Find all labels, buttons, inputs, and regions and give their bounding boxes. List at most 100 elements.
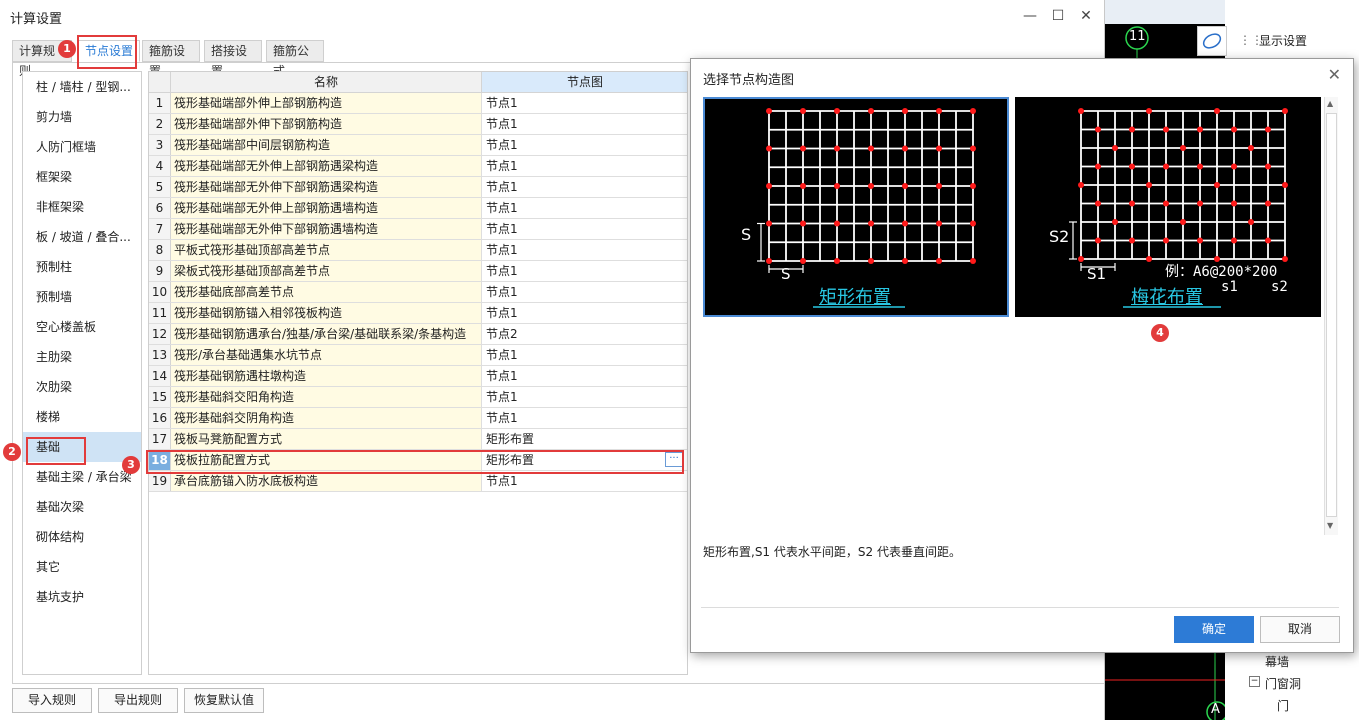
table-row[interactable]: 10 筏形基础底部高差节点 节点1 [149,282,687,303]
row-name: 梁板式筏形基础顶部高差节点 [171,261,482,281]
cancel-button[interactable]: 取消 [1260,616,1340,643]
option-caption: 矩形布置 [819,287,891,308]
sidebar-item-slab[interactable]: 板 / 坡道 / 叠合... [23,222,141,252]
tie-bar-dot [800,183,806,189]
tree-collapse-icon[interactable]: − [1249,676,1260,687]
row-node-value[interactable]: 节点1 [482,93,687,113]
tie-bar-dot [1214,182,1220,188]
row-node-value[interactable]: 节点1 [482,387,687,407]
row-node-value[interactable]: 节点1 [482,303,687,323]
annotation-badge-3: 3 [122,456,140,474]
tab-stirrup-formula[interactable]: 箍筋公式 [266,40,324,78]
row-node-value[interactable]: 节点1 [482,261,687,281]
tree-item-curtain-wall[interactable]: 幕墙 [1265,653,1289,670]
table-row[interactable]: 15 筏形基础斜交阳角构造 节点1 [149,387,687,408]
layout-description: 矩形布置,S1 代表水平间距，S2 代表垂直间距。 [703,545,961,559]
sidebar-item-precast-wall[interactable]: 预制墙 [23,282,141,312]
row-name: 筏形基础钢筋锚入相邻筏板构造 [171,303,482,323]
row-name: 筏形基础端部无外伸上部钢筋遇梁构造 [171,156,482,176]
row-name: 筏形基础端部外伸下部钢筋构造 [171,114,482,134]
dialog-scrollbar[interactable]: ▲ ▼ [1324,97,1338,535]
tie-bar-dot [902,183,908,189]
sidebar-item-frame-beam[interactable]: 框架梁 [23,162,141,192]
ok-button[interactable]: 确定 [1174,616,1254,643]
sidebar-item-stair[interactable]: 楼梯 [23,402,141,432]
table-row[interactable]: 4 筏形基础端部无外伸上部钢筋遇梁构造 节点1 [149,156,687,177]
table-row[interactable]: 2 筏形基础端部外伸下部钢筋构造 节点1 [149,114,687,135]
table-row[interactable]: 17 筏板马凳筋配置方式 矩形布置 [149,429,687,450]
sidebar-item-precast-column[interactable]: 预制柱 [23,252,141,282]
sidebar-item-foundation-secondary-beam[interactable]: 基础次梁 [23,492,141,522]
table-row[interactable]: 19 承台底筋锚入防水底板构造 节点1 [149,471,687,492]
row-node-value[interactable]: 节点1 [482,366,687,386]
tree-item-door[interactable]: 门 [1277,697,1289,714]
row-name: 筏形基础斜交阳角构造 [171,387,482,407]
tie-bar-dot [1146,182,1152,188]
row-node-value[interactable]: 节点1 [482,135,687,155]
tie-bar-dot [1095,237,1101,244]
sidebar-item-civil-defense-door[interactable]: 人防门框墙 [23,132,141,162]
row-node-value[interactable]: 节点1 [482,156,687,176]
table-row[interactable]: 5 筏形基础端部无外伸下部钢筋遇梁构造 节点1 [149,177,687,198]
sidebar-item-masonry[interactable]: 砌体结构 [23,522,141,552]
scroll-up-icon[interactable]: ▲ [1327,99,1333,108]
table-row[interactable]: 14 筏形基础钢筋遇柱墩构造 节点1 [149,366,687,387]
table-row[interactable]: 12 筏形基础钢筋遇承台/独基/承台梁/基础联系梁/条基构造 节点2 [149,324,687,345]
row-node-value[interactable]: 节点1 [482,198,687,218]
example-s1: s1 [1221,279,1238,295]
tie-bar-dot [902,108,908,114]
minimize-button[interactable]: — [1020,6,1040,26]
scroll-down-icon[interactable]: ▼ [1327,521,1333,530]
table-row[interactable]: 16 筏形基础斜交阴角构造 节点1 [149,408,687,429]
axis-label-bottom: A [1211,702,1220,717]
row-name: 筏板马凳筋配置方式 [171,429,482,449]
display-settings-label[interactable]: 显示设置 [1259,32,1307,49]
import-rules-button[interactable]: 导入规则 [12,688,92,713]
header-node-diagram[interactable]: 节点图 [482,72,687,92]
export-rules-button[interactable]: 导出规则 [98,688,178,713]
row-node-value[interactable]: 节点1 [482,345,687,365]
sidebar-item-main-rib-beam[interactable]: 主肋梁 [23,342,141,372]
row-node-value[interactable]: 节点2 [482,324,687,344]
table-row[interactable]: 8 平板式筏形基础顶部高差节点 节点1 [149,240,687,261]
dialog-close-icon[interactable]: ✕ [1328,65,1341,84]
row-node-value[interactable]: 节点1 [482,114,687,134]
tab-stirrup-settings[interactable]: 箍筋设置 [142,40,200,78]
table-row[interactable]: 11 筏形基础钢筋锚入相邻筏板构造 节点1 [149,303,687,324]
row-node-value[interactable]: 节点1 [482,219,687,239]
tie-bar-dot [1129,163,1135,170]
tab-lap-settings[interactable]: 搭接设置 [204,40,262,78]
tie-bar-dot [936,183,942,189]
option-quincunx-layout[interactable]: S2 S1 例：A6@200*200 s1 s2 梅花布置 [1015,97,1321,317]
option-rectangular-layout[interactable]: S S 矩形布置 [703,97,1009,317]
sidebar-item-excavation-support[interactable]: 基坑支护 [23,582,141,612]
sidebar-item-secondary-rib-beam[interactable]: 次肋梁 [23,372,141,402]
sidebar-item-column[interactable]: 柱 / 墙柱 / 型钢... [23,72,141,102]
view-icon[interactable] [1197,26,1227,56]
row-node-value[interactable]: 节点1 [482,282,687,302]
table-row[interactable]: 7 筏形基础端部无外伸下部钢筋遇墙构造 节点1 [149,219,687,240]
tie-bar-dot [766,220,772,227]
sidebar-item-other[interactable]: 其它 [23,552,141,582]
restore-defaults-button[interactable]: 恢复默认值 [184,688,264,713]
sidebar-item-hollow-slab[interactable]: 空心楼盖板 [23,312,141,342]
sidebar-item-shear-wall[interactable]: 剪力墙 [23,102,141,132]
scroll-thumb[interactable] [1326,113,1337,517]
row-node-value[interactable]: 节点1 [482,240,687,260]
row-node-value[interactable]: 矩形布置 [482,429,687,449]
tree-item-door-window-opening[interactable]: 门窗洞 [1265,675,1301,692]
sidebar-item-non-frame-beam[interactable]: 非框架梁 [23,192,141,222]
close-button[interactable]: ✕ [1076,6,1096,26]
table-row[interactable]: 13 筏形/承台基础遇集水坑节点 节点1 [149,345,687,366]
table-row[interactable]: 1 筏形基础端部外伸上部钢筋构造 节点1 [149,93,687,114]
header-name[interactable]: 名称 [171,72,482,92]
tie-bar-dot [1197,237,1203,244]
table-row[interactable]: 3 筏形基础端部中间层钢筋构造 节点1 [149,135,687,156]
row-node-value[interactable]: 节点1 [482,177,687,197]
table-row[interactable]: 9 梁板式筏形基础顶部高差节点 节点1 [149,261,687,282]
row-node-text: 节点1 [486,369,518,383]
maximize-button[interactable]: ☐ [1048,6,1068,26]
table-row[interactable]: 6 筏形基础端部无外伸上部钢筋遇墙构造 节点1 [149,198,687,219]
row-node-value[interactable]: 节点1 [482,408,687,428]
row-node-value[interactable]: 节点1 [482,471,687,491]
